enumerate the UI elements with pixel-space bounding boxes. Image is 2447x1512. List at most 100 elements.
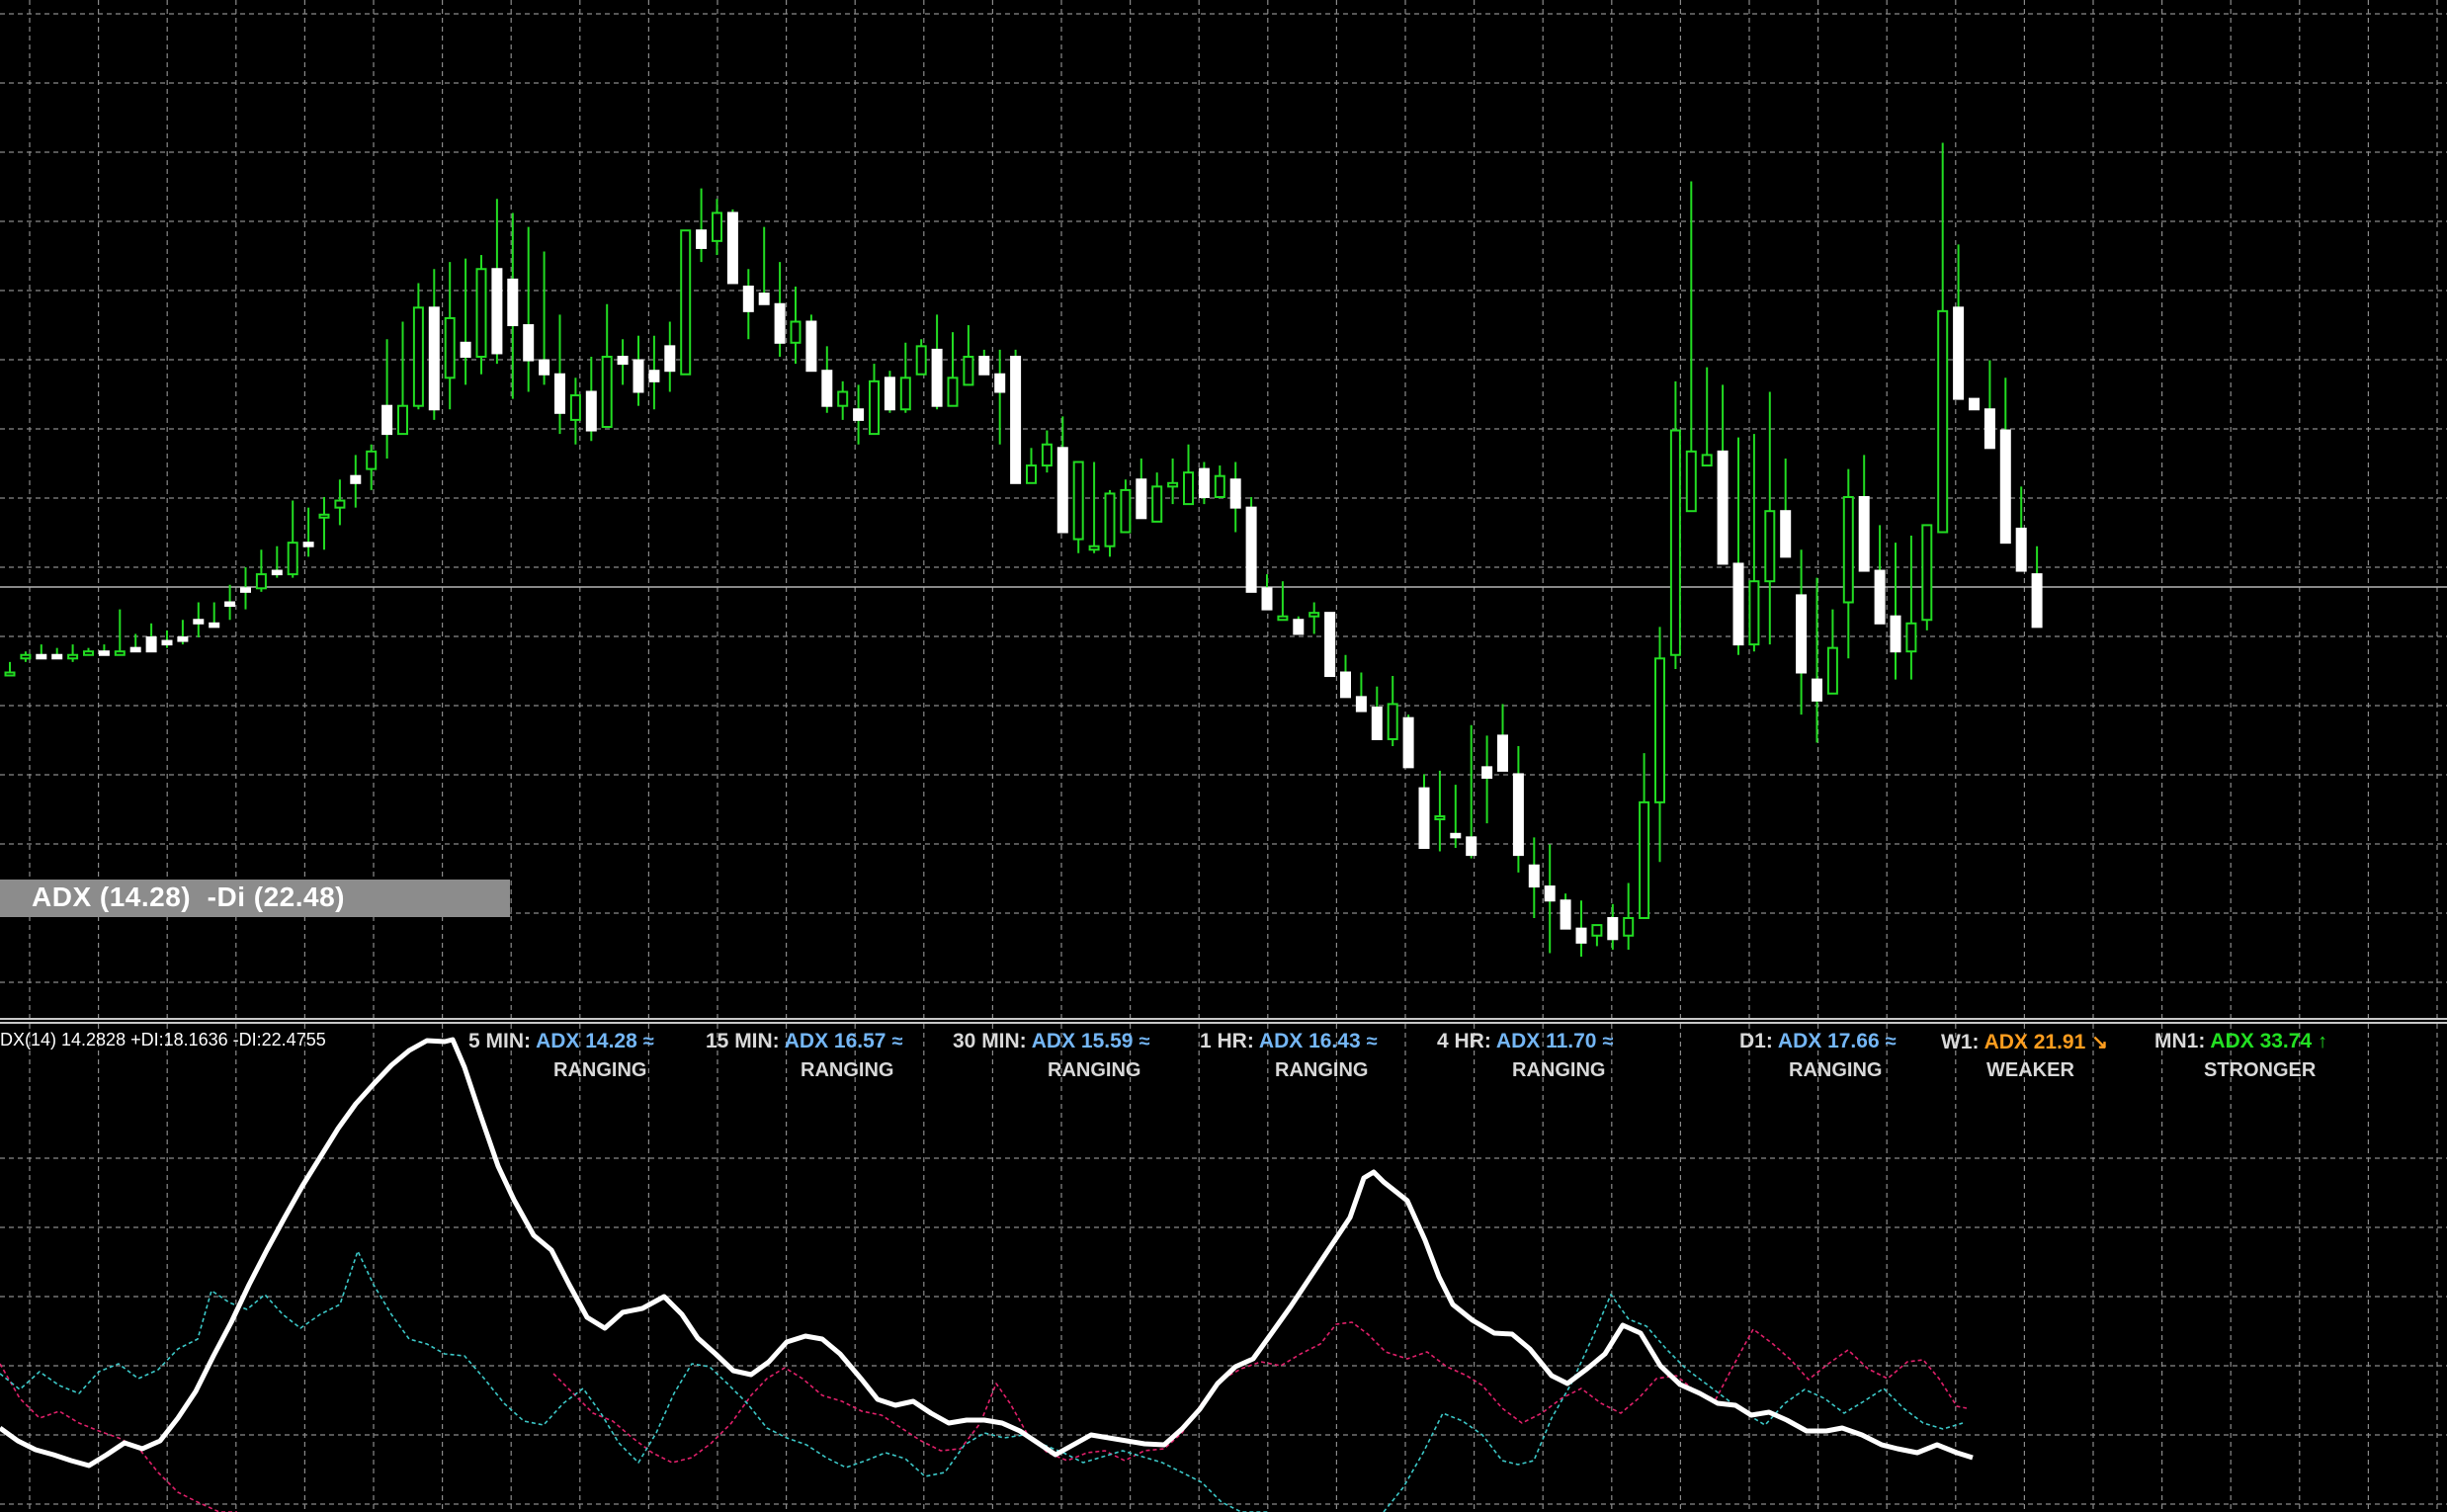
tf-mn1-label: MN1: <box>2154 1030 2206 1052</box>
candle-body <box>1780 510 1792 558</box>
tf-mn1: MN1: ADX 33.74 ↑ <box>2154 1030 2327 1053</box>
tf-30min: 30 MIN: ADX 15.59 ≈ <box>953 1030 1149 1053</box>
candle-body <box>507 278 519 327</box>
candle-body <box>1701 454 1713 467</box>
candle <box>1796 549 1808 715</box>
candle-body <box>224 601 236 608</box>
candle-body <box>1560 899 1571 930</box>
ranging-icon: ≈ <box>1885 1031 1897 1052</box>
candle-body <box>1764 510 1776 583</box>
candle <box>805 314 817 373</box>
candle-body <box>1072 461 1084 541</box>
tf-15min-label: 15 MIN: <box>706 1030 780 1052</box>
candle <box>1560 893 1571 930</box>
candle-body <box>287 542 298 576</box>
candle-body <box>240 587 251 593</box>
candle <box>963 325 974 386</box>
candle <box>302 507 314 557</box>
candle-body <box>1639 800 1650 919</box>
tf-30min-status: RANGING <box>1048 1059 1141 1081</box>
candle <box>1261 574 1273 611</box>
candle <box>1999 378 2011 545</box>
candle <box>742 269 754 340</box>
candle <box>460 258 471 385</box>
candle <box>1701 367 1713 467</box>
tf-w1-label: W1: <box>1941 1031 1980 1053</box>
tf-30min-adx: ADX 15.59 <box>1031 1030 1134 1052</box>
candle-body <box>1056 447 1068 534</box>
candle-body <box>1717 450 1729 565</box>
candle <box>193 602 205 637</box>
candle-body <box>664 345 676 373</box>
candle <box>790 287 802 365</box>
tf-w1-status: WEAKER <box>1986 1059 2074 1081</box>
candle-body <box>20 653 32 660</box>
candle <box>1418 774 1430 850</box>
candle <box>554 314 565 435</box>
tf-1hr-adx: ADX 16.43 <box>1258 1030 1361 1052</box>
candle <box>83 647 94 656</box>
candle-body <box>1858 496 1870 572</box>
candle-body <box>4 671 16 677</box>
candle <box>98 644 110 656</box>
candle <box>67 644 79 662</box>
candle <box>271 546 283 578</box>
candle <box>1512 746 1524 873</box>
candle-body <box>1010 356 1022 484</box>
candle-body <box>790 320 802 344</box>
candle-body <box>1198 467 1210 499</box>
candle-body <box>1293 619 1305 635</box>
candle-body <box>98 650 110 656</box>
candle-body <box>1041 443 1053 467</box>
candle-body <box>1214 474 1225 499</box>
candle <box>1371 686 1383 740</box>
candle-body <box>1418 787 1430 850</box>
candle <box>1607 903 1619 950</box>
candle <box>1183 444 1194 506</box>
candle <box>1324 612 1336 678</box>
candle-body <box>853 408 865 421</box>
candle-body <box>821 370 833 407</box>
candle-body <box>1685 450 1697 513</box>
tf-15min-adx: ADX 16.57 <box>784 1030 886 1052</box>
indicator-panel[interactable] <box>0 1024 2447 1512</box>
candle <box>1167 458 1179 505</box>
candle <box>915 339 927 376</box>
candle-body <box>1826 646 1838 695</box>
candle <box>1245 497 1257 593</box>
tf-4hr-status: RANGING <box>1512 1059 1606 1081</box>
candle-body <box>1308 612 1320 618</box>
tf-w1-adx: ADX 21.91 <box>1983 1031 2086 1053</box>
candle-body <box>1607 917 1619 941</box>
candle <box>1764 391 1776 645</box>
candle <box>1780 458 1792 558</box>
tf-mn1-status: STRONGER <box>2204 1059 2317 1081</box>
candle <box>1010 349 1022 484</box>
price-chart-panel[interactable] <box>0 0 2447 1018</box>
candle-body <box>1026 464 1037 484</box>
candle-body <box>899 377 911 411</box>
candle <box>1858 455 1870 572</box>
ranging-icon: ≈ <box>642 1031 654 1052</box>
tf-1hr: 1 HR: ADX 16.43 ≈ <box>1200 1030 1378 1053</box>
candle-body <box>161 639 173 646</box>
minus-di-line <box>0 1363 237 1512</box>
candle-body <box>334 499 346 509</box>
candle-body <box>193 619 205 625</box>
plus-di-line <box>0 1250 1269 1512</box>
candle-body <box>758 293 770 305</box>
candle-body <box>1544 885 1556 902</box>
candle-body <box>601 356 613 428</box>
candle-body <box>947 377 959 407</box>
candle-body <box>1921 524 1933 622</box>
candle-body <box>1874 569 1886 625</box>
candle-body <box>554 373 565 414</box>
candle-body <box>1245 506 1257 593</box>
candle <box>774 262 786 357</box>
candle-body <box>1796 594 1808 674</box>
candle-body <box>428 306 440 411</box>
candle <box>1732 437 1744 655</box>
candle <box>1481 735 1493 824</box>
candle <box>1969 397 1980 411</box>
candle <box>161 630 173 648</box>
